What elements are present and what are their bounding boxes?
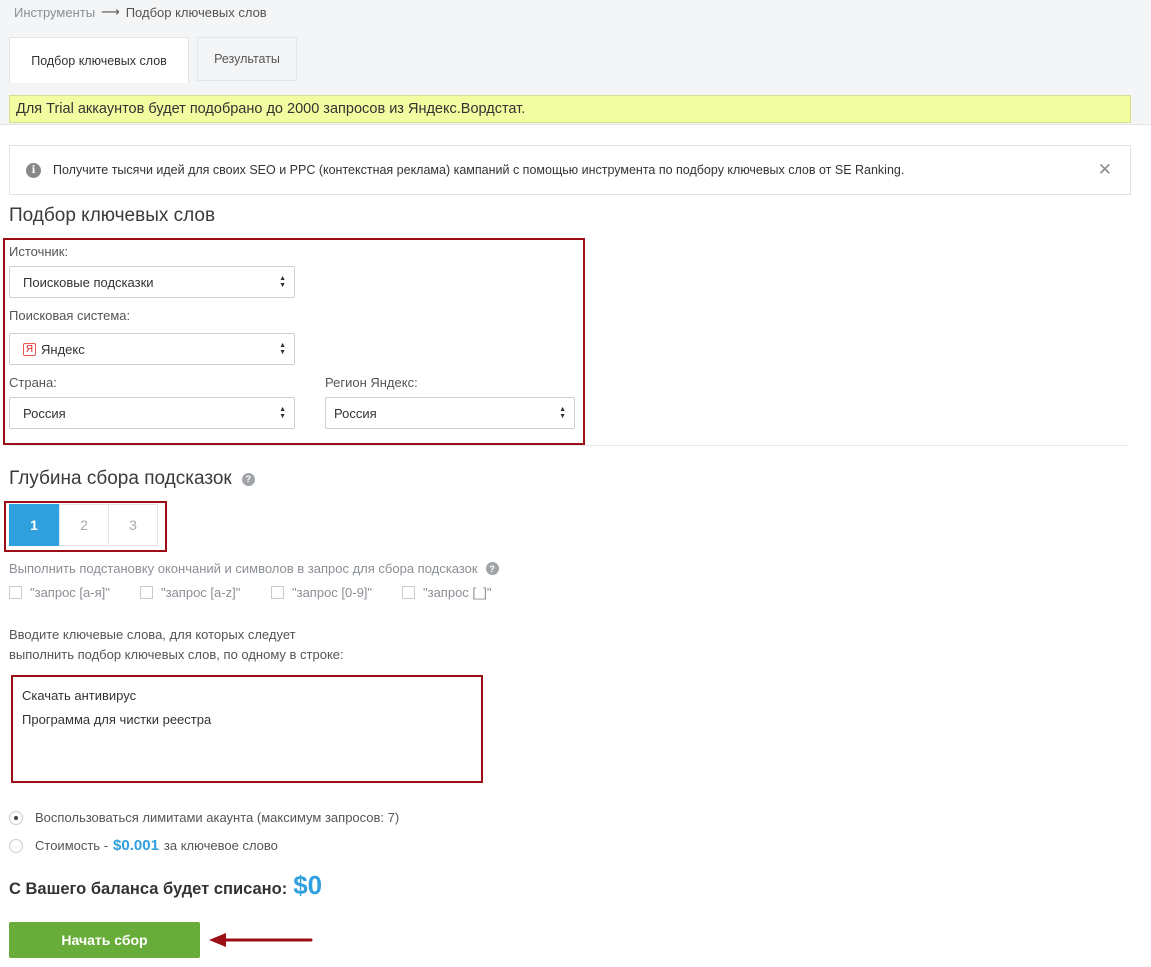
balance-label: С Вашего баланса будет списано: <box>9 880 288 898</box>
engine-select[interactable]: Я Яндекс ▲ ▼ <box>9 333 295 365</box>
substitution-option-en[interactable]: "запрос [a-z]" <box>140 585 240 600</box>
checkbox[interactable] <box>9 586 22 599</box>
info-icon: i <box>26 162 41 178</box>
balance-amount: $0 <box>293 870 323 900</box>
depth-option-1[interactable]: 1 <box>9 504 59 546</box>
substitution-label: Выполнить подстановку окончаний и символ… <box>9 561 478 576</box>
help-icon[interactable]: ? <box>485 562 499 575</box>
substitution-option-ru[interactable]: "запрос [а-я]" <box>9 585 110 600</box>
info-banner-text: Получите тысячи идей для своих SEO и PPC… <box>53 163 905 177</box>
depth-heading: Глубина сбора подсказок ? <box>9 468 255 490</box>
keyword-line: Программа для чистки реестра <box>22 712 212 727</box>
arrow-right-icon: ⟶ <box>101 4 120 19</box>
breadcrumb-root[interactable]: Инструменты <box>14 5 95 20</box>
checkbox[interactable] <box>402 586 415 599</box>
region-label: Регион Яндекс: <box>325 375 418 390</box>
payment-option-limits[interactable]: Воспользоваться лимитами акаунта (максим… <box>9 810 399 825</box>
depth-title: Глубина сбора подсказок <box>9 468 232 489</box>
yandex-icon: Я <box>23 342 36 356</box>
engine-label: Поисковая система: <box>9 308 131 323</box>
substitution-option-digits[interactable]: "запрос [0-9]" <box>271 585 372 600</box>
help-icon[interactable]: ? <box>241 472 255 486</box>
country-select[interactable]: Россия ▲ ▼ <box>9 397 295 429</box>
price-value: $0.001 <box>113 837 159 854</box>
breadcrumb-current: Подбор ключевых слов <box>125 4 267 20</box>
checkbox[interactable] <box>271 586 284 599</box>
select-arrows-icon: ▲ ▼ <box>279 406 286 420</box>
breadcrumb: Инструменты ⟶ Подбор ключевых слов <box>14 4 267 20</box>
select-arrows-icon: ▲ ▼ <box>279 275 286 289</box>
info-banner: i Получите тысячи идей для своих SEO и P… <box>9 145 1131 195</box>
keyword-line: Скачать антивирус <box>22 688 137 703</box>
arrow-left-icon <box>209 933 313 947</box>
substitution-option-underscore[interactable]: "запрос [_]" <box>402 585 492 600</box>
country-label: Страна: <box>9 375 57 390</box>
depth-option-3[interactable]: 3 <box>108 504 158 546</box>
divider <box>9 445 1129 446</box>
depth-option-2[interactable]: 2 <box>59 504 109 546</box>
radio-button[interactable] <box>9 810 23 825</box>
close-icon[interactable]: ✕ <box>1098 160 1112 180</box>
payment-option-cost[interactable]: Стоимость - $0.001 за ключевое слово <box>9 837 278 854</box>
keywords-textarea[interactable]: Скачать антивирус Программа для чистки р… <box>11 675 483 783</box>
keywords-label-line1: Вводите ключевые слова, для которых след… <box>9 627 296 642</box>
select-arrows-icon: ▲ ▼ <box>559 406 566 420</box>
region-select[interactable]: Россия ▲ ▼ <box>325 397 575 429</box>
source-label: Источник: <box>9 244 69 259</box>
source-select[interactable]: Поисковые подсказки ▲ ▼ <box>9 266 295 298</box>
checkbox[interactable] <box>140 586 153 599</box>
radio-button[interactable] <box>9 838 23 853</box>
tab-keyword-selection[interactable]: Подбор ключевых слов <box>9 37 189 83</box>
substitution-heading: Выполнить подстановку окончаний и символ… <box>9 561 499 576</box>
trial-notice: Для Trial аккаунтов будет подобрано до 2… <box>9 95 1131 123</box>
section-title: Подбор ключевых слов <box>9 205 216 226</box>
balance-summary: С Вашего баланса будет списано: $0 <box>9 870 322 901</box>
keywords-label-line2: выполнить подбор ключевых слов, по одном… <box>9 647 344 662</box>
select-arrows-icon: ▲ ▼ <box>279 342 286 356</box>
tab-results[interactable]: Результаты <box>197 37 297 81</box>
start-button[interactable]: Начать сбор <box>9 922 200 958</box>
